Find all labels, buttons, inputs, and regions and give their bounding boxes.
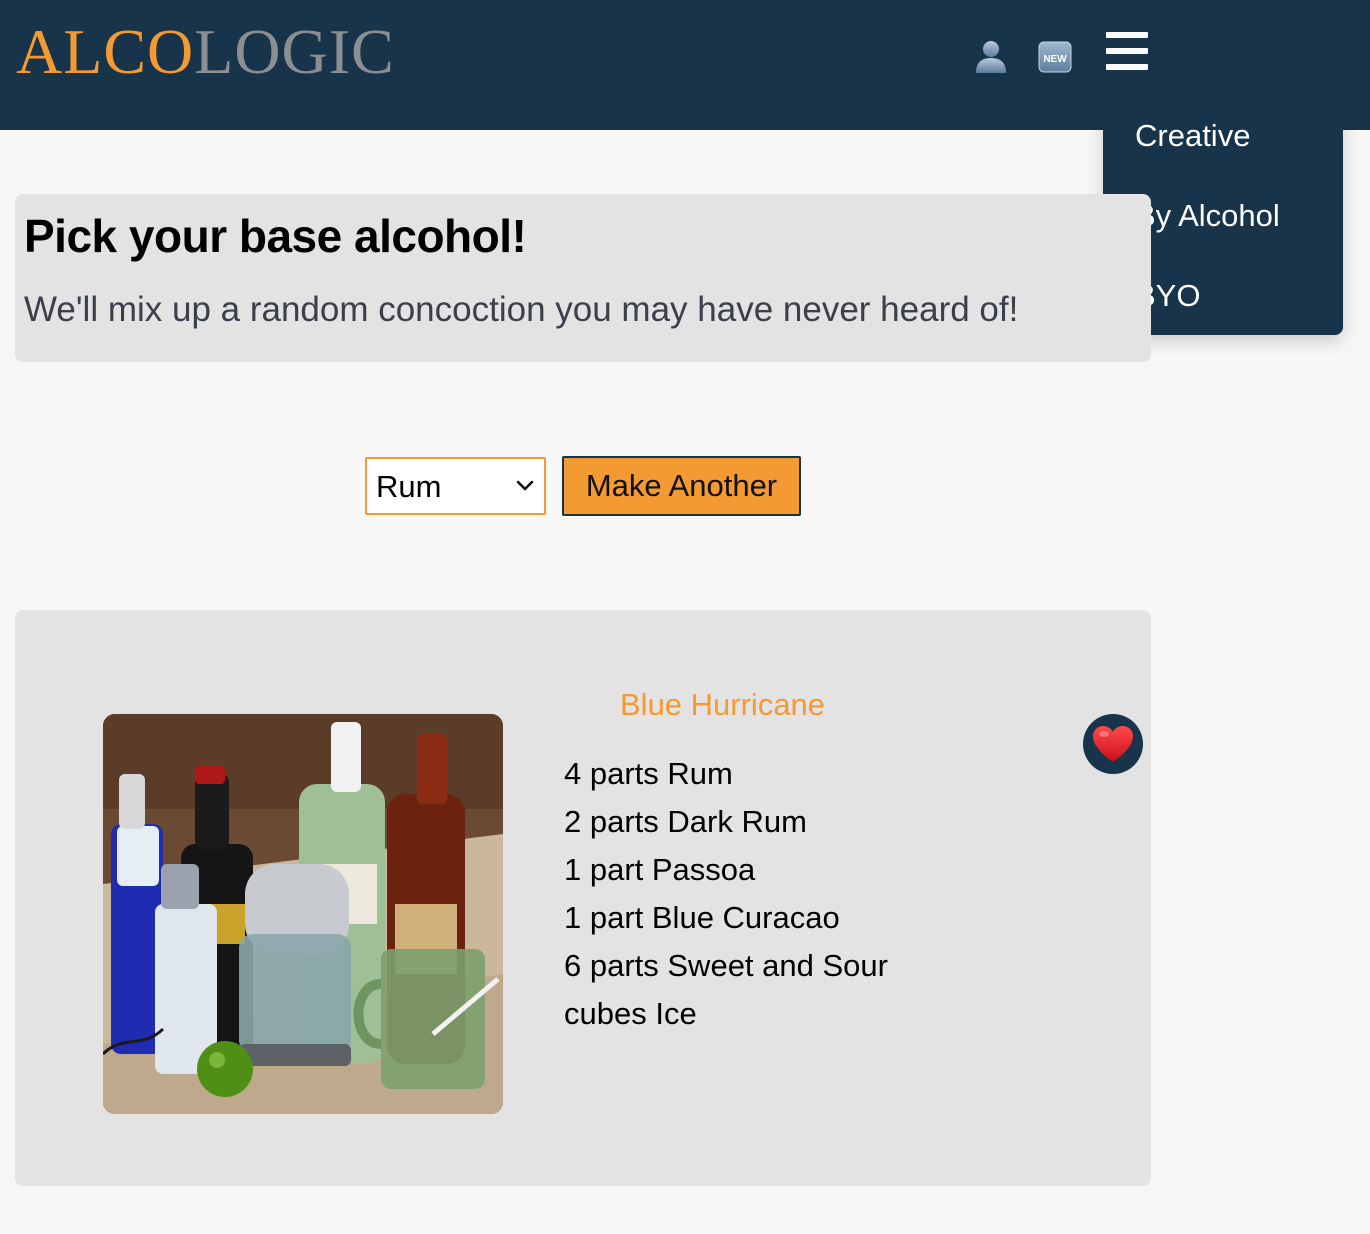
- ingredient-item: 2 parts Dark Rum: [564, 804, 807, 839]
- hero-panel: Pick your base alcohol! We'll mix up a r…: [15, 194, 1151, 362]
- ingredient-item: cubes Ice: [564, 996, 697, 1031]
- ingredient-item: 1 part Blue Curacao: [564, 900, 840, 935]
- menu-item-by-alcohol[interactable]: By Alcohol: [1135, 198, 1280, 234]
- top-navbar: ALCOLOGIC NEW: [0, 0, 1370, 130]
- heart-icon: [1093, 726, 1133, 762]
- menu-item-creative[interactable]: Creative: [1135, 118, 1250, 154]
- recipe-card: Blue Hurricane 4 parts Rum 2 parts Dark …: [15, 610, 1151, 1186]
- ingredient-list: 4 parts Rum 2 parts Dark Rum 1 part Pass…: [564, 750, 894, 1038]
- hero-subtitle: We'll mix up a random concoction you may…: [24, 290, 1019, 329]
- cocktail-ingredients-photo: [103, 714, 503, 1114]
- ingredient-item: 6 parts Sweet and Sour: [564, 948, 888, 983]
- ingredient-item: 1 part Passoa: [564, 852, 756, 887]
- alcohol-select[interactable]: Rum: [365, 457, 546, 515]
- logo-alco-text: ALCO: [16, 16, 195, 87]
- alcohol-select-value: Rum: [376, 469, 442, 504]
- make-another-button[interactable]: Make Another: [562, 456, 801, 516]
- recipe-title: Blue Hurricane: [620, 687, 826, 722]
- alcologic-logo[interactable]: ALCOLOGIC: [16, 14, 395, 90]
- hero-title: Pick your base alcohol!: [24, 210, 527, 262]
- user-icon[interactable]: [973, 38, 1009, 74]
- chevron-down-icon: [516, 480, 534, 491]
- favorite-button[interactable]: [1083, 714, 1143, 774]
- new-badge-text: NEW: [1043, 54, 1067, 65]
- new-badge-icon[interactable]: NEW: [1037, 38, 1073, 74]
- ingredient-item: 4 parts Rum: [564, 756, 733, 791]
- logo-logic-text: LOGIC: [194, 16, 395, 87]
- hamburger-menu-icon[interactable]: [1104, 30, 1150, 72]
